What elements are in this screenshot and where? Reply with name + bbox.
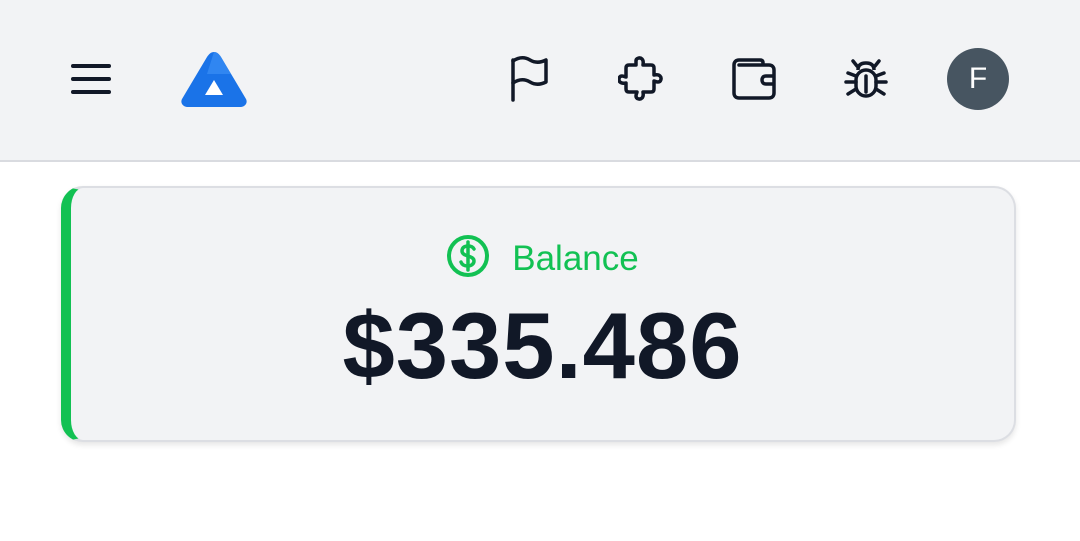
- bug-icon[interactable]: [834, 47, 898, 111]
- flag-icon[interactable]: [497, 47, 561, 111]
- balance-label-row: Balance: [71, 234, 1014, 283]
- balance-card: Balance $335.486: [61, 186, 1016, 442]
- wallet-icon[interactable]: [722, 47, 786, 111]
- triangle-logo-icon[interactable]: [178, 48, 250, 110]
- user-avatar[interactable]: F: [947, 48, 1009, 110]
- hamburger-menu-icon[interactable]: [59, 47, 123, 111]
- balance-label: Balance: [512, 238, 639, 278]
- top-app-bar: F: [0, 0, 1080, 162]
- puzzle-icon[interactable]: [609, 47, 673, 111]
- avatar-initial: F: [968, 62, 988, 95]
- dollar-circle-icon: [446, 234, 490, 283]
- balance-amount: $335.486: [342, 293, 743, 398]
